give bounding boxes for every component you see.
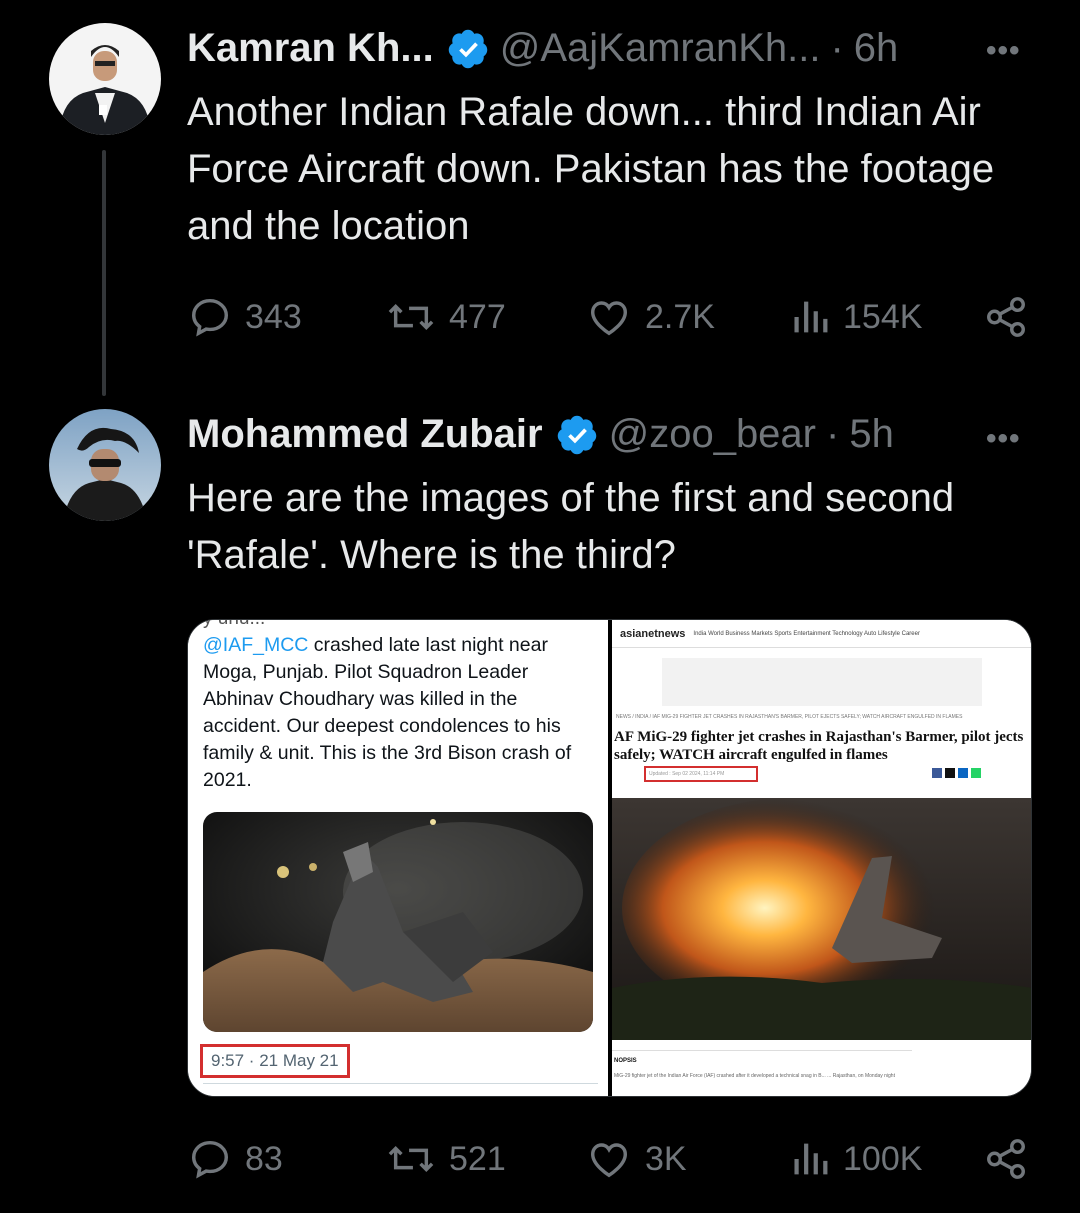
reply-button[interactable]: 83	[187, 1136, 283, 1182]
like-button[interactable]: 3K	[585, 1136, 687, 1182]
crash-photo-left	[203, 812, 593, 1032]
media-image-right[interactable]: asianetnews India World Business Markets…	[612, 620, 1031, 1096]
views-button[interactable]: 100K	[789, 1136, 922, 1182]
separator-dot: ·	[830, 26, 844, 70]
news-share-icons	[932, 768, 981, 778]
like-button[interactable]: 2.7K	[585, 294, 715, 340]
reply-icon	[191, 1140, 229, 1179]
whatsapp-icon	[971, 768, 981, 778]
news-synopsis: MiG-29 fighter jet of the Indian Air For…	[614, 1073, 895, 1079]
reply-button[interactable]: 343	[187, 294, 302, 340]
tweet1-author-name[interactable]: Kamran Kh...	[187, 26, 434, 71]
tweet2-header: Mohammed Zubair @zoo_bear · 5h	[187, 412, 894, 457]
like-icon	[590, 1143, 628, 1178]
share-icon	[987, 1139, 1025, 1179]
avatar-zubair[interactable]	[49, 409, 161, 521]
divider	[203, 1083, 598, 1084]
share-button[interactable]	[983, 1136, 1041, 1182]
tweet1-handle[interactable]: @AajKamranKh...	[500, 26, 821, 71]
like-icon	[590, 301, 628, 336]
avatar-kamran[interactable]	[49, 23, 161, 135]
news-meta: Updated : Sep 02 2024, 11:14 PM	[614, 766, 1031, 786]
embedded-body: crashed late last night near Moga, Punja…	[203, 634, 572, 791]
news-site-logo: asianetnews	[620, 627, 686, 640]
views-count: 154K	[843, 297, 923, 336]
repost-count: 477	[449, 297, 506, 336]
repost-button[interactable]: 477	[385, 294, 506, 340]
embedded-mention: @IAF_MCC	[203, 634, 309, 656]
repost-button[interactable]: 521	[385, 1136, 506, 1182]
x-icon	[945, 768, 955, 778]
repost-count: 521	[449, 1139, 506, 1178]
repost-icon	[388, 304, 434, 330]
thread-line	[102, 150, 106, 396]
share-button[interactable]	[983, 294, 1041, 340]
reply-icon	[191, 298, 229, 337]
news-site-menu: India World Business Markets Sports Ente…	[693, 630, 920, 637]
tweet1-time[interactable]: 6h	[854, 26, 899, 71]
media-image-left[interactable]: y unu... @IAF_MCC crashed late last nigh…	[188, 620, 608, 1096]
verified-badge-icon	[557, 415, 596, 454]
share-icon	[987, 297, 1025, 337]
news-synopsis-label: NOPSIS	[614, 1058, 637, 1064]
tweet2-actions: 83 521 3K 100K	[187, 1136, 1037, 1186]
tweet2-handle[interactable]: @zoo_bear	[609, 412, 816, 457]
more-icon[interactable]: •••	[986, 422, 1021, 456]
separator-dot: ·	[826, 412, 840, 456]
news-site-nav: asianetnews India World Business Markets…	[612, 620, 1031, 648]
tweet1-header: Kamran Kh... @AajKamranKh... · 6h	[187, 26, 898, 71]
news-updated-stamp: Updated : Sep 02 2024, 11:14 PM	[644, 766, 758, 782]
like-count: 2.7K	[645, 297, 715, 336]
more-icon[interactable]: •••	[986, 34, 1021, 68]
ad-placeholder	[662, 658, 982, 706]
embedded-tweet-text: @IAF_MCC crashed late last night near Mo…	[203, 632, 598, 794]
tweet2-time[interactable]: 5h	[849, 412, 894, 457]
news-headline: AF MiG-29 fighter jet crashes in Rajasth…	[614, 729, 1024, 763]
tweet2-text: Here are the images of the first and sec…	[187, 476, 955, 577]
tweet1-actions: 343 477 2.7K 154K	[187, 294, 1037, 344]
views-button[interactable]: 154K	[789, 294, 922, 340]
embedded-timestamp: 9:57 · 21 May 21	[200, 1044, 350, 1078]
linkedin-icon	[958, 768, 968, 778]
tweet2-media[interactable]: y unu... @IAF_MCC crashed late last nigh…	[187, 619, 1032, 1097]
verified-badge-icon	[448, 29, 487, 68]
divider	[612, 1050, 912, 1051]
views-icon	[794, 1143, 828, 1175]
facebook-icon	[932, 768, 942, 778]
crash-photo-right	[612, 798, 1031, 1040]
reply-count: 343	[245, 297, 302, 336]
views-icon	[794, 301, 828, 333]
views-count: 100K	[843, 1139, 923, 1178]
tweet1-text: Another Indian Rafale down... third Indi…	[187, 90, 995, 248]
repost-icon	[388, 1146, 434, 1172]
news-breadcrumb: NEWS / INDIA / IAF MIG-29 FIGHTER JET CR…	[616, 714, 963, 720]
like-count: 3K	[645, 1139, 687, 1178]
tweet2-author-name[interactable]: Mohammed Zubair	[187, 412, 543, 457]
reply-count: 83	[245, 1139, 283, 1178]
embedded-cut-text: y unu...	[203, 620, 265, 630]
